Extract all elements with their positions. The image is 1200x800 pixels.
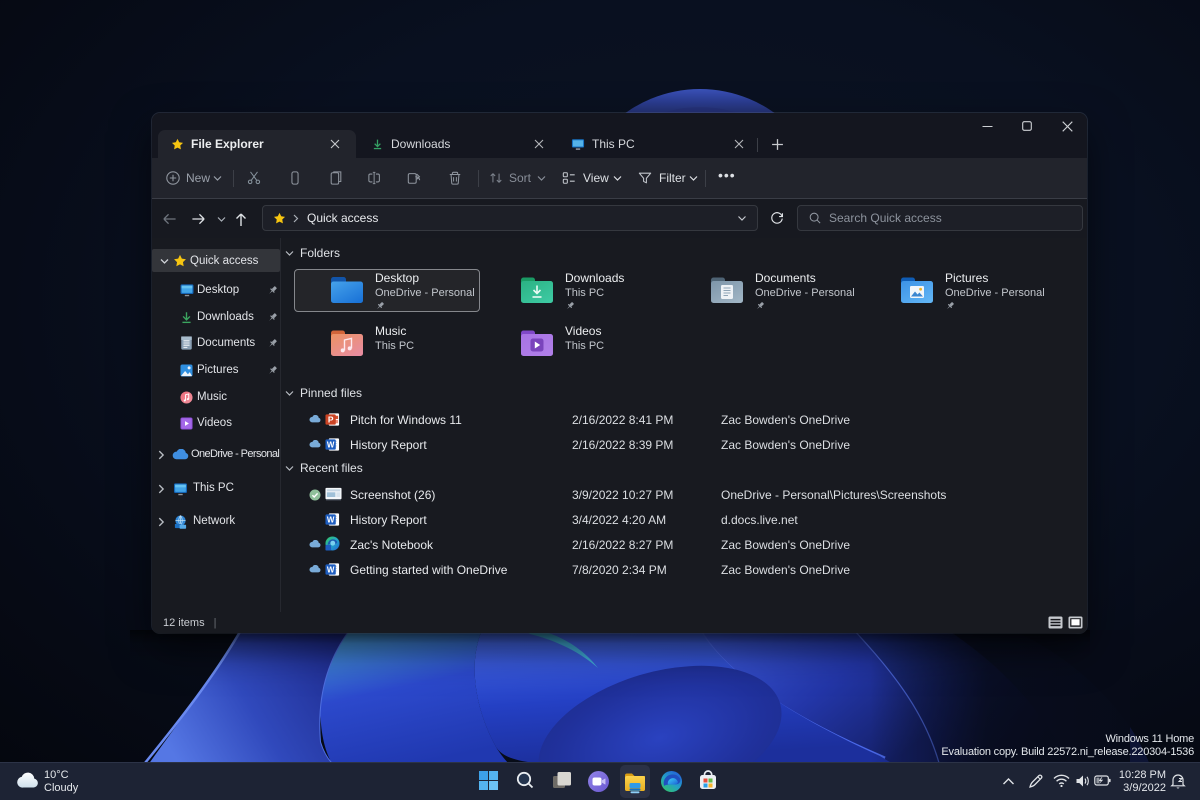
svg-text:W: W	[327, 440, 335, 449]
svg-text:W: W	[327, 515, 335, 524]
svg-text:P: P	[328, 414, 334, 424]
svg-text:W: W	[327, 565, 335, 574]
